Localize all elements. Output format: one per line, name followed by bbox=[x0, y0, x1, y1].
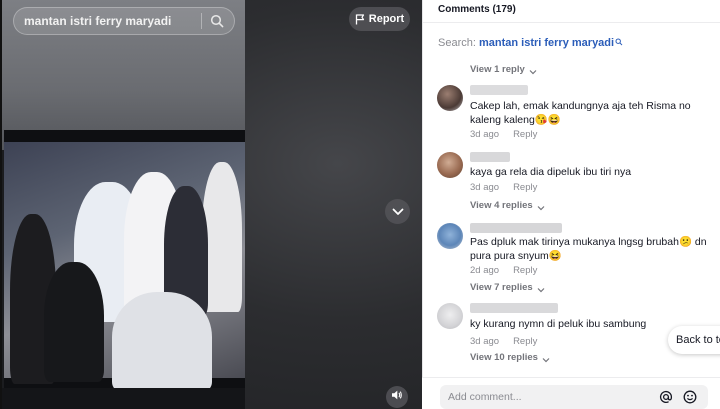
view-replies-label: View 1 reply bbox=[470, 64, 525, 75]
video-edge bbox=[0, 0, 2, 409]
volume-button[interactable] bbox=[386, 386, 408, 408]
search-suggestion[interactable]: Search: mantan istri ferry maryadi bbox=[438, 37, 623, 49]
reply-button[interactable]: Reply bbox=[513, 265, 537, 276]
view-replies-label: View 4 replies bbox=[470, 200, 533, 211]
comment-text: Cakep lah, emak kandungnya aja teh Risma… bbox=[470, 100, 691, 126]
avatar[interactable] bbox=[437, 85, 463, 111]
external-link-icon bbox=[615, 37, 623, 46]
comment-input-bar bbox=[422, 377, 720, 409]
search-suggestion-prefix: Search: bbox=[438, 37, 479, 49]
view-replies-button[interactable]: View 4 replies bbox=[470, 200, 545, 211]
avatar[interactable] bbox=[437, 152, 463, 178]
search-suggestion-link[interactable]: mantan istri ferry maryadi bbox=[479, 37, 614, 49]
back-to-top-button[interactable]: Back to top bbox=[668, 326, 720, 354]
video-figure bbox=[202, 162, 242, 312]
reply-button[interactable]: Reply bbox=[513, 129, 537, 140]
comment-time: 3d ago bbox=[470, 129, 500, 140]
avatar[interactable] bbox=[437, 303, 463, 329]
chevron-down-icon bbox=[537, 203, 545, 210]
video-search-query[interactable]: mantan istri ferry maryadi bbox=[24, 14, 193, 28]
chevron-down-icon bbox=[542, 355, 550, 362]
view-replies-label: View 10 replies bbox=[470, 352, 538, 363]
reply-button[interactable]: Reply bbox=[513, 182, 537, 193]
comment-meta: 3d ago Reply bbox=[470, 129, 537, 140]
search-divider bbox=[201, 13, 202, 29]
video-tv-base bbox=[2, 388, 245, 409]
video-tv-screen bbox=[4, 130, 245, 392]
chevron-down-icon bbox=[537, 285, 545, 292]
video-frame[interactable] bbox=[2, 0, 245, 409]
comment-time: 3d ago bbox=[470, 336, 500, 347]
view-replies-label: View 7 replies bbox=[470, 282, 533, 293]
comments-count-header: Comments (179) bbox=[438, 4, 516, 15]
comment-meta: 3d ago Reply bbox=[470, 336, 537, 347]
comment-text: kaya ga rela dia dipeluk ibu tiri nya bbox=[470, 166, 632, 178]
volume-icon bbox=[391, 388, 403, 406]
view-replies-button[interactable]: View 1 reply bbox=[470, 64, 537, 75]
video-search-bar[interactable]: mantan istri ferry maryadi bbox=[13, 7, 235, 35]
comment-time: 3d ago bbox=[470, 182, 500, 193]
comment-text: Pas dpluk mak tirinya mukanya lngsg brub… bbox=[470, 236, 707, 262]
video-figure bbox=[112, 292, 212, 392]
comment-time: 2d ago bbox=[470, 265, 500, 276]
username-blurred[interactable] bbox=[470, 152, 510, 162]
next-video-button[interactable] bbox=[385, 199, 410, 224]
view-replies-button[interactable]: View 10 replies bbox=[470, 352, 550, 363]
comment-meta: 2d ago Reply bbox=[470, 265, 537, 276]
at-mention-icon[interactable] bbox=[659, 390, 673, 404]
reply-button[interactable]: Reply bbox=[513, 336, 537, 347]
view-replies-button[interactable]: View 7 replies bbox=[470, 282, 545, 293]
username-blurred[interactable] bbox=[470, 303, 558, 313]
video-figure bbox=[44, 262, 104, 382]
comment-meta: 3d ago Reply bbox=[470, 182, 537, 193]
report-button[interactable]: Report bbox=[349, 7, 410, 31]
username-blurred[interactable] bbox=[470, 223, 562, 233]
report-label: Report bbox=[368, 13, 405, 25]
avatar[interactable] bbox=[437, 223, 463, 249]
chevron-down-icon bbox=[392, 203, 404, 221]
emoji-icon[interactable] bbox=[683, 390, 697, 404]
search-icon[interactable] bbox=[210, 14, 224, 28]
flag-icon bbox=[355, 13, 365, 25]
chevron-down-icon bbox=[529, 67, 537, 74]
username-blurred[interactable] bbox=[470, 85, 528, 95]
header-divider bbox=[423, 22, 720, 23]
video-player[interactable]: mantan istri ferry maryadi Report bbox=[0, 0, 422, 409]
